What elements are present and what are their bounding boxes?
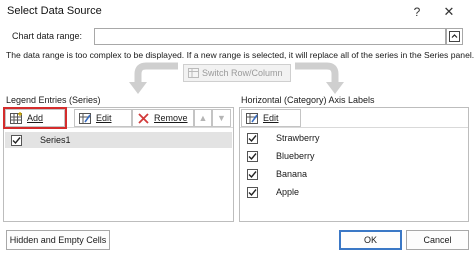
category-checkbox[interactable]	[247, 132, 258, 144]
axis-toolbar: Edit	[240, 108, 468, 128]
category-name: Apple	[276, 187, 300, 197]
add-grid-icon	[10, 112, 22, 124]
switch-row-column-label: Switch Row/Column	[202, 68, 283, 78]
category-checkbox[interactable]	[247, 168, 258, 180]
category-checkbox[interactable]	[247, 150, 258, 162]
series-name: Series1	[40, 135, 71, 145]
edit-grid-icon	[246, 113, 258, 124]
remove-series-button[interactable]: Remove	[132, 109, 194, 127]
edit-label: Edit	[96, 113, 112, 123]
category-row[interactable]: Blueberry	[241, 148, 315, 164]
checkmark-icon	[12, 136, 21, 144]
switch-grid-icon	[188, 68, 199, 78]
range-collapse-button[interactable]	[446, 28, 463, 45]
legend-entries-panel: Add Edit Remove ▲ ▼ Series1	[3, 107, 234, 222]
range-message: The data range is too complex to be disp…	[6, 50, 474, 60]
legend-entries-label: Legend Entries (Series)	[6, 95, 101, 105]
close-button[interactable]: ✕	[438, 2, 460, 22]
cancel-button[interactable]: Cancel	[406, 230, 469, 250]
category-row[interactable]: Strawberry	[241, 130, 320, 146]
ok-button[interactable]: OK	[339, 230, 402, 250]
category-name: Strawberry	[276, 133, 320, 143]
series-row[interactable]: Series1	[5, 132, 232, 148]
category-row[interactable]: Apple	[241, 184, 299, 200]
add-series-button[interactable]: Add	[5, 109, 65, 127]
range-select-icon	[449, 31, 460, 42]
edit-axis-label: Edit	[263, 113, 279, 123]
remove-x-icon	[138, 113, 149, 124]
category-name: Banana	[276, 169, 308, 179]
move-up-button[interactable]: ▲	[194, 109, 212, 127]
left-curved-arrow-icon	[129, 62, 178, 94]
remove-label: Remove	[154, 113, 188, 123]
title-bar: Select Data Source ? ✕	[0, 0, 474, 24]
add-label: Add	[27, 113, 44, 123]
series-checkbox[interactable]	[11, 134, 22, 146]
chart-data-range-label: Chart data range:	[12, 31, 83, 41]
right-curved-arrow-icon	[295, 62, 344, 94]
help-button[interactable]: ?	[406, 2, 428, 22]
checkmark-icon	[248, 170, 257, 178]
legend-toolbar: Add Edit Remove ▲ ▼	[4, 108, 233, 128]
checkmark-icon	[248, 152, 257, 160]
edit-axis-labels-button[interactable]: Edit	[241, 109, 301, 127]
category-checkbox[interactable]	[247, 186, 258, 198]
category-row[interactable]: Banana	[241, 166, 307, 182]
category-name: Blueberry	[276, 151, 315, 161]
edit-grid-icon	[79, 113, 91, 124]
axis-labels-panel: Edit Strawberry Blueberry Banana Apple	[239, 107, 469, 222]
checkmark-icon	[248, 134, 257, 142]
checkmark-icon	[248, 188, 257, 196]
chart-data-range-input[interactable]	[94, 28, 446, 45]
edit-series-button[interactable]: Edit	[74, 109, 132, 127]
dialog-title: Select Data Source	[7, 5, 102, 17]
switch-row-column-button[interactable]: Switch Row/Column	[183, 64, 291, 82]
axis-labels-label: Horizontal (Category) Axis Labels	[241, 95, 375, 105]
hidden-empty-cells-button[interactable]: Hidden and Empty Cells	[6, 230, 110, 250]
move-down-button[interactable]: ▼	[212, 109, 231, 127]
